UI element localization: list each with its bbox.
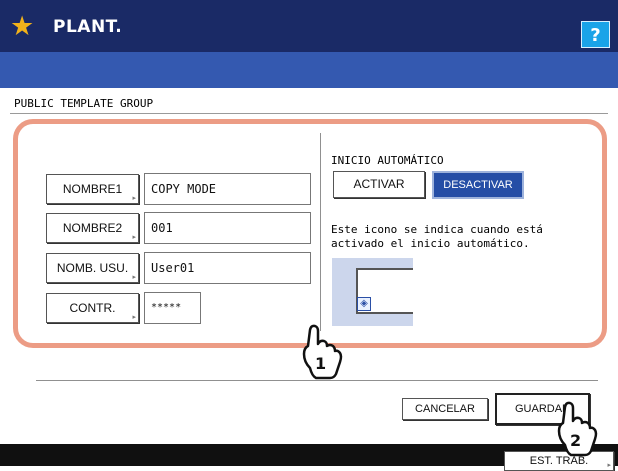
info-line-2: activado el inicio automático. xyxy=(331,237,530,250)
header-band xyxy=(0,52,618,88)
corner-arrow-icon: ▸ xyxy=(132,195,136,202)
divider-top xyxy=(10,113,608,114)
info-line-1: Este icono se indica cuando está xyxy=(331,223,543,236)
hand-pointer-icon: 1 xyxy=(302,324,343,380)
panel-divider xyxy=(320,133,321,331)
corner-arrow-icon: ▸ xyxy=(607,462,611,469)
activate-button[interactable]: ACTIVAR xyxy=(333,171,425,198)
user-name-button-label: NOMB. USU. xyxy=(56,261,129,275)
callout-number: 2 xyxy=(570,431,581,450)
name1-button[interactable]: NOMBRE1 ▸ xyxy=(46,174,139,204)
corner-arrow-icon: ▸ xyxy=(132,274,136,281)
user-name-button[interactable]: NOMB. USU. ▸ xyxy=(46,253,139,283)
password-field[interactable]: ***** xyxy=(144,292,201,324)
deactivate-button[interactable]: DESACTIVAR xyxy=(432,171,524,199)
name1-field[interactable]: COPY MODE xyxy=(144,173,311,205)
divider-bottom xyxy=(36,380,598,381)
group-title: PUBLIC TEMPLATE GROUP xyxy=(14,97,154,110)
start-icon: ◈ xyxy=(357,297,371,311)
preview-window-line xyxy=(356,312,413,314)
title-bar: ★ PLANT. ? xyxy=(0,0,618,52)
name2-button[interactable]: NOMBRE2 ▸ xyxy=(46,213,139,243)
password-button-label: CONTR. xyxy=(69,301,116,315)
callout-number: 1 xyxy=(315,354,326,373)
page-title: PLANT. xyxy=(53,17,123,37)
corner-arrow-icon: ▸ xyxy=(132,234,136,241)
user-name-field[interactable]: User01 xyxy=(144,252,311,284)
name2-button-label: NOMBRE2 xyxy=(62,221,123,235)
auto-start-info: Este icono se indica cuando está activad… xyxy=(331,223,591,251)
help-button[interactable]: ? xyxy=(581,21,610,48)
cancel-button[interactable]: CANCELAR xyxy=(402,398,488,420)
auto-start-title: INICIO AUTOMÁTICO xyxy=(331,154,444,167)
hand-pointer-icon: 2 xyxy=(557,401,598,457)
corner-arrow-icon: ▸ xyxy=(132,314,136,321)
name2-field[interactable]: 001 xyxy=(144,212,311,244)
name1-button-label: NOMBRE1 xyxy=(62,182,123,196)
password-button[interactable]: CONTR. ▸ xyxy=(46,293,139,323)
star-icon: ★ xyxy=(10,11,35,42)
